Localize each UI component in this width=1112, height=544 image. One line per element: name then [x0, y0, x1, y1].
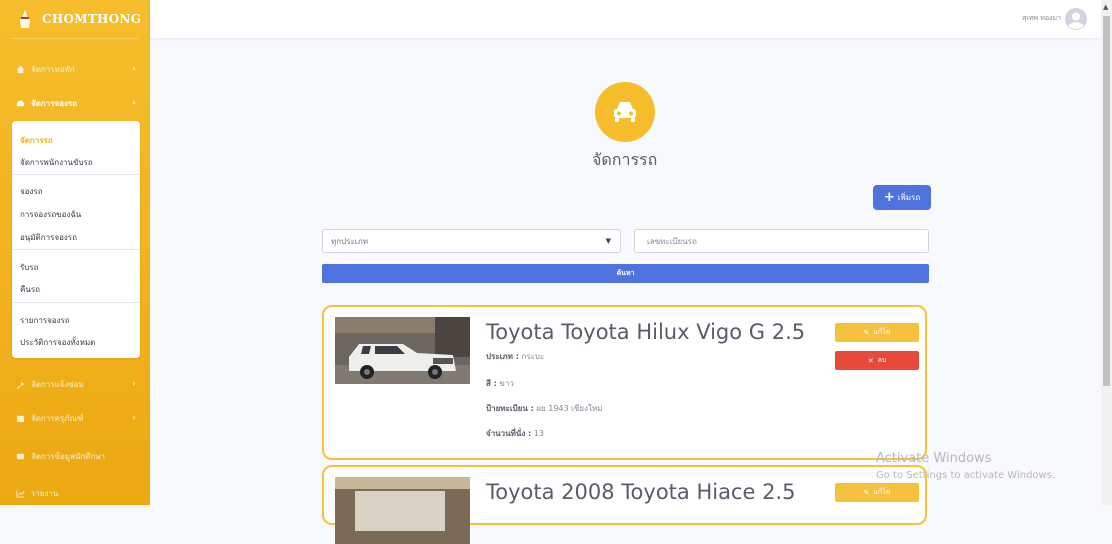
submenu-divider	[12, 249, 140, 250]
car-card: Toyota Toyota Hilux Vigo G 2.5 ประเภท : …	[322, 305, 927, 460]
car-seats-field: จำนวนที่นั่ง : 13	[486, 427, 544, 440]
chevron-down-icon: ›	[131, 97, 136, 109]
plate-label: ป้ายทะเบียน :	[486, 404, 534, 413]
logo-icon	[20, 10, 30, 28]
sidebar-item-students[interactable]: จัดการข้อมูลนักศึกษา	[0, 439, 150, 473]
seats-value: 13	[533, 429, 544, 438]
add-car-label: เพิ่มรถ	[897, 193, 921, 202]
sidebar-divider	[12, 38, 138, 39]
type-value: กระบะ	[521, 352, 545, 361]
edit-car-button[interactable]: ✎ แก้ไข	[835, 483, 919, 502]
sidebar-item-dormitory[interactable]: จัดการหอพัก ›	[0, 52, 150, 86]
submenu-item-book-car[interactable]: จองรถ	[20, 185, 43, 198]
brand-name: CHOMTHONG	[42, 12, 142, 26]
car-type-value: ทุกประเภท	[331, 236, 369, 246]
car-booking-submenu: จัดการรถ จัดการพนักงานขับรถ จองรถ การจอง…	[12, 121, 140, 358]
sidebar-item-label: จัดการแจ้งซ่อม	[31, 379, 84, 389]
submenu-item-pickup[interactable]: รับรถ	[20, 261, 39, 274]
wrench-icon	[16, 380, 25, 389]
activate-windows-title: Activate Windows	[876, 451, 992, 466]
sidebar-item-equipment[interactable]: จัดการครุภัณฑ์ ›	[0, 401, 150, 435]
submenu-item-manage-drivers[interactable]: จัดการพนักงานขับรถ	[20, 156, 93, 169]
edit-icon: ✎	[863, 328, 870, 337]
chevron-right-icon: ›	[132, 412, 136, 424]
type-label: ประเภท :	[486, 352, 519, 361]
sidebar-item-label: จัดการข้อมูลนักศึกษา	[31, 451, 105, 461]
car-title: Toyota Toyota Hilux Vigo G 2.5	[486, 320, 806, 344]
edit-icon: ✎	[863, 488, 870, 497]
sidebar: CHOMTHONG จัดการหอพัก › จัดการจองรถ › จั…	[0, 0, 150, 505]
submenu-item-manage-cars[interactable]: จัดการรถ	[20, 134, 53, 147]
chevron-right-icon: ›	[132, 63, 136, 75]
chart-icon	[16, 489, 25, 498]
submenu-divider	[12, 302, 140, 303]
edit-car-button[interactable]: ✎ แก้ไข	[835, 323, 919, 342]
submenu-item-booking-history[interactable]: ประวัติการจองทั้งหมด	[20, 336, 95, 349]
plate-placeholder: เลขทะเบียนรถ	[647, 236, 697, 246]
car-photo	[335, 317, 470, 384]
scroll-up-icon[interactable]: ▲	[1103, 3, 1108, 11]
car-title: Toyota 2008 Toyota Hiace 2.5	[486, 480, 796, 504]
car-plate-field: ป้ายทะเบียน : ผย 1943 เชียงใหม่	[486, 402, 602, 415]
car-photo-image	[335, 477, 470, 544]
submenu-item-my-bookings[interactable]: การจองรถของฉัน	[20, 208, 81, 221]
car-icon	[16, 100, 25, 106]
topbar: สุเทพ ทองมา	[150, 0, 1101, 38]
plus-icon: +	[883, 190, 895, 205]
chevron-right-icon: ›	[132, 378, 136, 390]
car-type-select[interactable]: ทุกประเภท ▼	[322, 229, 621, 253]
sidebar-item-label: จัดการจองรถ	[31, 98, 78, 108]
submenu-divider	[12, 174, 140, 175]
delete-car-button[interactable]: ✕ ลบ	[835, 351, 919, 370]
car-icon	[614, 102, 636, 122]
id-card-icon	[16, 453, 25, 459]
sidebar-item-car-booking[interactable]: จัดการจองรถ ›	[0, 86, 150, 120]
submenu-item-booking-list[interactable]: รายการจองรถ	[20, 314, 70, 327]
home-icon	[16, 65, 25, 73]
activate-windows-subtitle: Go to Settings to activate Windows.	[876, 470, 1056, 481]
user-name[interactable]: สุเทพ ทองมา	[1022, 13, 1061, 24]
car-header-icon	[595, 82, 655, 142]
sidebar-item-reports[interactable]: รายงาน	[0, 476, 150, 505]
search-button[interactable]: ค้นหา	[322, 264, 929, 283]
brand[interactable]: CHOMTHONG	[0, 0, 150, 38]
sidebar-item-label: จัดการหอพัก	[31, 64, 75, 74]
color-value: ขาว	[499, 379, 514, 388]
scroll-thumb[interactable]	[1103, 16, 1110, 386]
box-icon	[16, 415, 25, 422]
close-icon: ✕	[867, 356, 874, 365]
add-car-button[interactable]: + เพิ่มรถ	[873, 185, 931, 210]
user-avatar-icon[interactable]	[1065, 8, 1087, 30]
color-label: สี :	[486, 379, 497, 388]
plate-search-input[interactable]: เลขทะเบียนรถ	[634, 229, 929, 253]
search-label: ค้นหา	[616, 269, 635, 277]
car-card: Toyota 2008 Toyota Hiace 2.5 ✎ แก้ไข	[322, 465, 927, 544]
edit-label: แก้ไข	[873, 488, 891, 496]
seats-label: จำนวนที่นั่ง :	[486, 429, 532, 438]
caret-down-icon: ▼	[605, 237, 611, 245]
car-color-field: สี : ขาว	[486, 377, 514, 390]
delete-label: ลบ	[877, 356, 887, 364]
sidebar-item-repair[interactable]: จัดการแจ้งซ่อม ›	[0, 367, 150, 401]
edit-label: แก้ไข	[873, 328, 891, 336]
page-scrollbar[interactable]: ▲	[1101, 0, 1112, 505]
sidebar-item-label: จัดการครุภัณฑ์	[31, 413, 84, 423]
submenu-item-approve-bookings[interactable]: อนุมัติการจองรถ	[20, 231, 77, 244]
car-type-field: ประเภท : กระบะ	[486, 350, 544, 363]
car-photo	[335, 477, 470, 544]
page-title: จัดการรถ	[592, 150, 658, 169]
plate-value: ผย 1943 เชียงใหม่	[536, 404, 603, 413]
car-photo-image	[335, 317, 470, 384]
submenu-item-return[interactable]: คืนรถ	[20, 283, 40, 296]
sidebar-item-label: รายงาน	[31, 488, 59, 498]
